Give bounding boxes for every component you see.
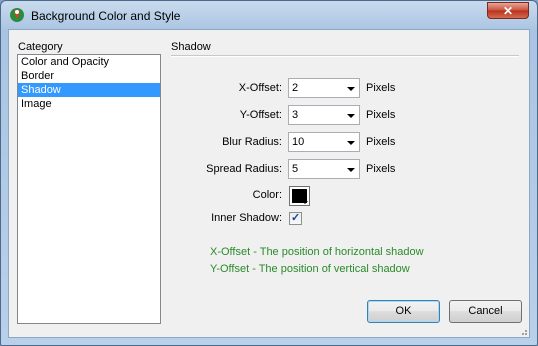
ok-button[interactable]: OK (367, 300, 440, 323)
category-item-image[interactable]: Image (18, 97, 160, 111)
x-offset-combo[interactable]: 2 (288, 78, 360, 98)
help-x-offset: X-Offset - The position of horizontal sh… (210, 246, 424, 258)
category-list[interactable]: Color and Opacity Border Shadow Image (17, 54, 161, 324)
category-label: Category (18, 41, 63, 53)
color-picker-button[interactable] (289, 186, 310, 206)
spread-radius-unit: Pixels (366, 163, 396, 175)
help-y-offset: Y-Offset - The position of vertical shad… (210, 263, 410, 275)
y-offset-value: 3 (292, 109, 299, 121)
y-offset-label: Y-Offset: (239, 109, 282, 121)
category-item-shadow[interactable]: Shadow (18, 83, 160, 97)
blur-radius-unit: Pixels (366, 136, 396, 148)
x-offset-value: 2 (292, 82, 299, 94)
spread-radius-value: 5 (292, 163, 299, 175)
chevron-down-icon[interactable] (347, 141, 355, 145)
chevron-down-icon[interactable] (347, 114, 355, 118)
chevron-down-icon[interactable] (347, 87, 355, 91)
cancel-button[interactable]: Cancel (449, 300, 522, 323)
dialog-body: Category Color and Opacity Border Shadow… (8, 29, 530, 338)
blur-radius-label: Blur Radius: (222, 136, 282, 148)
chevron-down-icon (302, 201, 308, 204)
app-logo-icon (10, 8, 24, 22)
close-button[interactable]: ✕ (487, 2, 529, 19)
x-offset-unit: Pixels (366, 82, 396, 94)
inner-shadow-label: Inner Shadow: (211, 212, 282, 224)
color-label: Color: (252, 189, 282, 201)
blur-radius-combo[interactable]: 10 (288, 132, 360, 152)
category-item-border[interactable]: Border (18, 69, 160, 83)
category-item-color-and-opacity[interactable]: Color and Opacity (18, 55, 160, 69)
window-title: Background Color and Style (31, 9, 181, 23)
blur-radius-value: 10 (292, 136, 305, 148)
title-bar[interactable]: Background Color and Style ✕ (1, 1, 537, 29)
dialog-window: Background Color and Style ✕ Category Co… (0, 0, 538, 346)
checkmark-icon: ✓ (291, 212, 301, 224)
inner-shadow-checkbox[interactable]: ✓ (289, 212, 302, 225)
chevron-down-icon[interactable] (347, 168, 355, 172)
y-offset-combo[interactable]: 3 (288, 105, 360, 125)
resize-grip-icon[interactable] (518, 326, 528, 336)
section-divider (171, 55, 519, 57)
y-offset-unit: Pixels (366, 109, 396, 121)
spread-radius-label: Spread Radius: (206, 163, 282, 175)
section-title: Shadow (171, 41, 211, 53)
x-offset-label: X-Offset: (238, 82, 282, 94)
spread-radius-combo[interactable]: 5 (288, 159, 360, 179)
